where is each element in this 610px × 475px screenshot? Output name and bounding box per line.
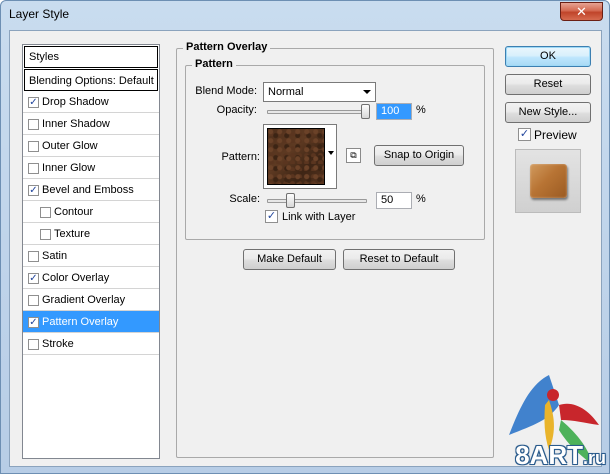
sidebar-item-bevel-emboss[interactable]: ✓ Bevel and Emboss bbox=[23, 179, 159, 201]
item-label: Inner Shadow bbox=[42, 118, 110, 130]
checkbox[interactable]: ✓ bbox=[28, 317, 39, 328]
checkbox[interactable]: ✓ bbox=[28, 185, 39, 196]
opacity-slider-thumb[interactable] bbox=[361, 104, 370, 119]
checkbox[interactable] bbox=[28, 295, 39, 306]
checkbox[interactable] bbox=[40, 207, 51, 218]
sidebar-item-satin[interactable]: Satin bbox=[23, 245, 159, 267]
checkbox[interactable] bbox=[28, 119, 39, 130]
preview-checkbox[interactable]: ✓ bbox=[518, 128, 531, 141]
item-label: Drop Shadow bbox=[42, 96, 109, 108]
sidebar-item-pattern-overlay[interactable]: ✓ Pattern Overlay bbox=[23, 311, 159, 333]
scale-input[interactable]: 50 bbox=[376, 192, 412, 209]
sidebar-item-gradient-overlay[interactable]: Gradient Overlay bbox=[23, 289, 159, 311]
scale-unit: % bbox=[416, 193, 426, 205]
checkbox[interactable] bbox=[28, 163, 39, 174]
preview-label: Preview bbox=[534, 128, 577, 142]
item-label: Gradient Overlay bbox=[42, 294, 126, 306]
styles-header[interactable]: Styles bbox=[24, 46, 158, 68]
pattern-swatch bbox=[267, 128, 325, 185]
checkbox[interactable]: ✓ bbox=[28, 273, 39, 284]
item-label: Contour bbox=[54, 206, 94, 218]
item-label: Stroke bbox=[42, 338, 74, 350]
sidebar-item-inner-glow[interactable]: Inner Glow bbox=[23, 157, 159, 179]
blending-options-item[interactable]: Blending Options: Default bbox=[24, 69, 158, 91]
pattern-picker[interactable] bbox=[263, 124, 337, 189]
watermark-brand: 8ART bbox=[515, 440, 583, 470]
pattern-overlay-group: Pattern Overlay Pattern Blend Mode: Norm… bbox=[176, 41, 494, 458]
window-title: Layer Style bbox=[9, 7, 70, 21]
sidebar-item-contour[interactable]: Contour bbox=[23, 201, 159, 223]
reset-to-default-button[interactable]: Reset to Default bbox=[343, 249, 455, 270]
preview-box bbox=[515, 149, 581, 213]
scale-slider-thumb[interactable] bbox=[286, 193, 295, 208]
scale-slider-track[interactable] bbox=[267, 199, 367, 203]
blend-mode-select[interactable]: Normal bbox=[263, 82, 376, 102]
item-label: Satin bbox=[42, 250, 68, 262]
sidebar-item-color-overlay[interactable]: ✓ Color Overlay bbox=[23, 267, 159, 289]
title-bar[interactable]: Layer Style ✕ bbox=[1, 1, 609, 29]
pattern-label: Pattern: bbox=[221, 151, 260, 163]
link-with-layer-checkbox[interactable]: ✓ bbox=[265, 210, 278, 223]
styles-list: Styles Blending Options: Default ✓ Drop S… bbox=[22, 44, 160, 459]
item-label: Color Overlay bbox=[42, 272, 110, 284]
opacity-input[interactable]: 100 bbox=[376, 103, 412, 120]
preview-tile bbox=[530, 164, 567, 198]
make-default-button[interactable]: Make Default bbox=[243, 249, 336, 270]
scale-label: Scale: bbox=[229, 193, 260, 205]
item-label: Pattern Overlay bbox=[42, 316, 119, 328]
chevron-down-icon bbox=[363, 90, 371, 94]
sidebar-item-texture[interactable]: Texture bbox=[23, 223, 159, 245]
checkbox[interactable] bbox=[28, 141, 39, 152]
item-label: Inner Glow bbox=[42, 162, 96, 174]
layer-style-dialog: Layer Style ✕ Styles Blending Options: D… bbox=[0, 0, 610, 474]
pattern-subgroup: Pattern Blend Mode: Normal Opacity: 100 … bbox=[185, 58, 485, 240]
new-style-button[interactable]: New Style... bbox=[505, 102, 591, 123]
sidebar-item-stroke[interactable]: Stroke bbox=[23, 333, 159, 355]
watermark-text: 8ART.ru bbox=[515, 440, 606, 471]
close-icon[interactable]: ✕ bbox=[560, 2, 603, 21]
sidebar-item-drop-shadow[interactable]: ✓ Drop Shadow bbox=[23, 91, 159, 113]
checkbox[interactable] bbox=[28, 251, 39, 262]
checkbox[interactable] bbox=[28, 339, 39, 350]
link-with-layer-label: Link with Layer bbox=[282, 211, 356, 223]
group-title: Pattern Overlay bbox=[183, 41, 271, 53]
checkbox[interactable] bbox=[40, 229, 51, 240]
blend-mode-label: Blend Mode: bbox=[195, 85, 257, 97]
opacity-label: Opacity: bbox=[216, 104, 257, 116]
item-label: Outer Glow bbox=[42, 140, 98, 152]
new-preset-icon[interactable]: ⧉ bbox=[346, 148, 361, 163]
item-label: Bevel and Emboss bbox=[42, 184, 134, 196]
chevron-down-icon[interactable] bbox=[328, 151, 334, 155]
reset-button[interactable]: Reset bbox=[505, 74, 591, 95]
blend-mode-value: Normal bbox=[268, 86, 304, 98]
checkbox[interactable]: ✓ bbox=[28, 97, 39, 108]
sidebar-item-outer-glow[interactable]: Outer Glow bbox=[23, 135, 159, 157]
opacity-slider-track[interactable] bbox=[267, 110, 367, 114]
sidebar-item-inner-shadow[interactable]: Inner Shadow bbox=[23, 113, 159, 135]
ok-button[interactable]: OK bbox=[505, 46, 591, 67]
snap-to-origin-button[interactable]: Snap to Origin bbox=[374, 145, 464, 166]
watermark-suffix: .ru bbox=[582, 448, 606, 468]
opacity-unit: % bbox=[416, 104, 426, 116]
subgroup-title: Pattern bbox=[192, 58, 236, 70]
item-label: Texture bbox=[54, 228, 91, 240]
